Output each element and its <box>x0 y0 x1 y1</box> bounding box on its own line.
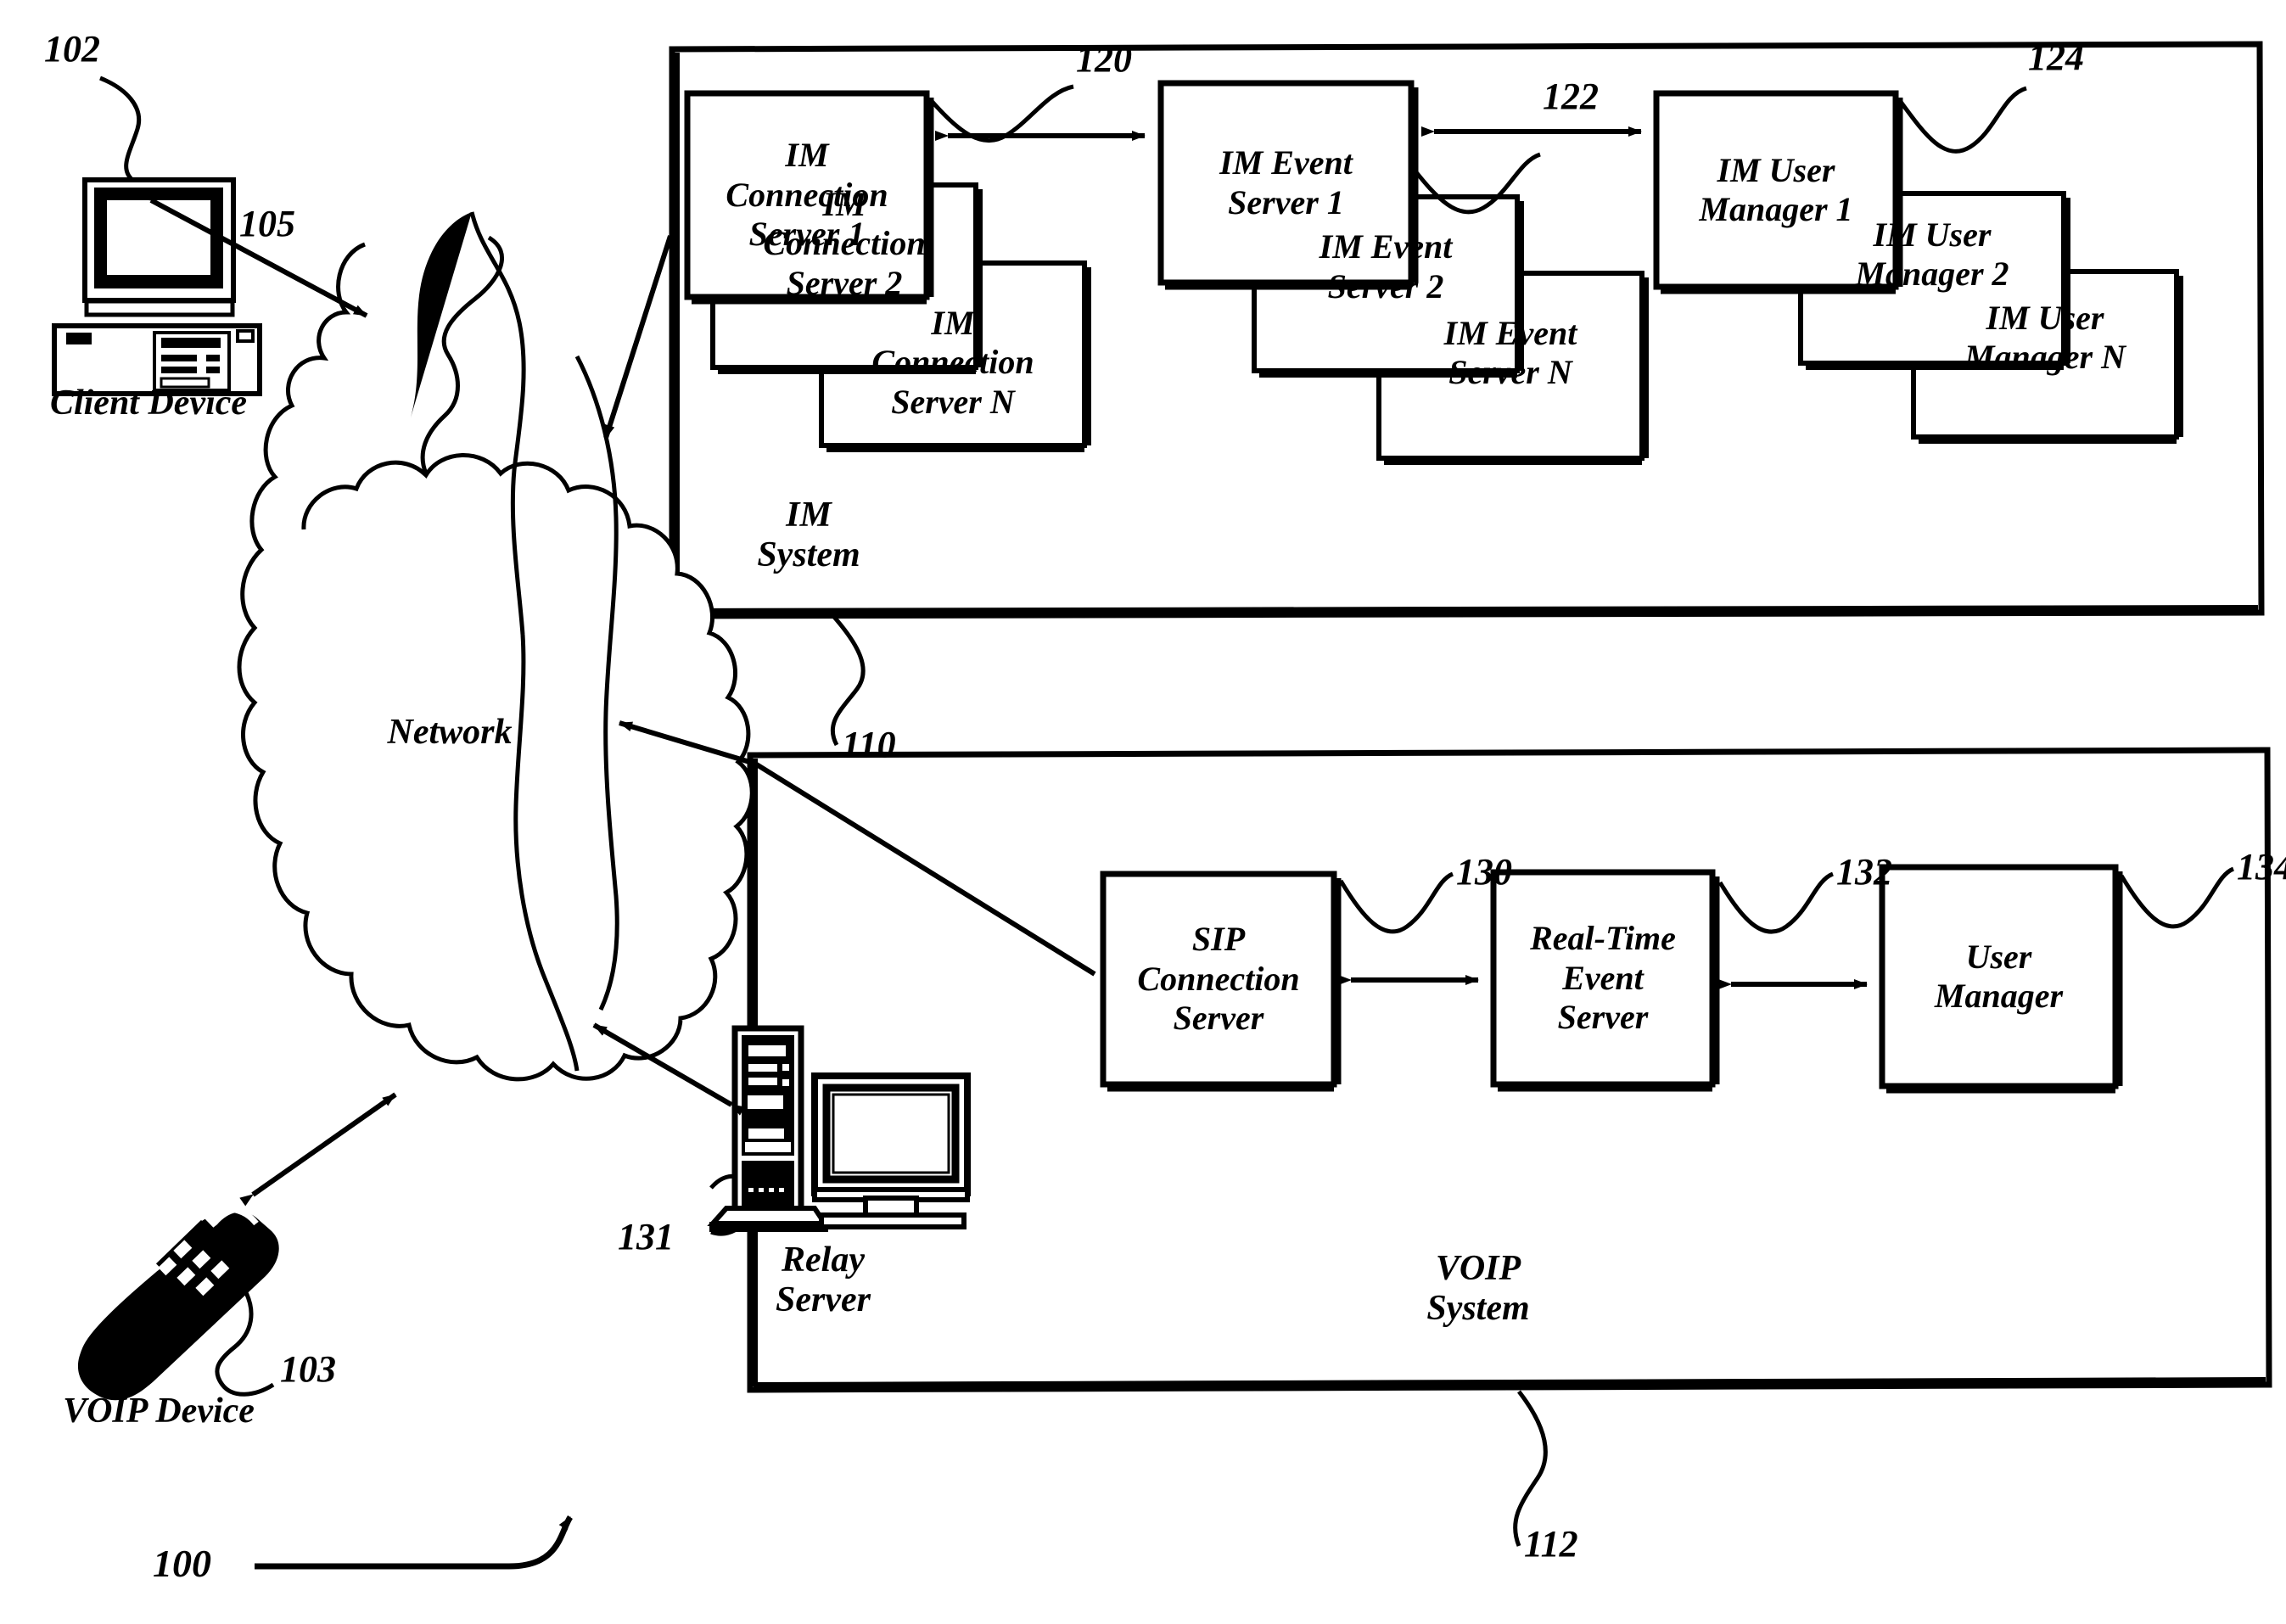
ref-103: 103 <box>280 1348 336 1390</box>
leader-124 <box>1898 86 2027 154</box>
ref-100: 100 <box>153 1542 211 1585</box>
tower-server-icon <box>707 1025 971 1232</box>
leader-120 <box>929 84 1074 143</box>
leader-130 <box>1338 871 1454 934</box>
arrow-network-to-im-system <box>603 235 673 439</box>
real-time-event-server-label: Real-Time Event Server <box>1530 919 1676 1037</box>
ref-105: 105 <box>239 203 295 244</box>
ref-134: 134 <box>2237 846 2286 888</box>
sip-connection-server-label: SIP Connection Server <box>1137 920 1300 1038</box>
im-system-title: IM System <box>757 496 860 575</box>
relay-server-label: Relay Server <box>776 1240 871 1320</box>
ref-110: 110 <box>842 724 896 765</box>
leader-132 <box>1717 871 1835 934</box>
leader-100 <box>255 1515 574 1570</box>
leader-134 <box>2119 866 2235 929</box>
desktop-computer-icon <box>52 177 262 396</box>
ref-124: 124 <box>2028 36 2084 78</box>
ref-112: 112 <box>1524 1523 1578 1565</box>
ref-102: 102 <box>44 28 100 70</box>
mobile-phone-icon <box>77 1206 279 1401</box>
user-manager-label: User Manager <box>1934 937 2064 1015</box>
arrow-voip-to-network <box>239 1092 397 1207</box>
network-label: Network <box>387 713 513 752</box>
voip-device-label: VOIP Device <box>63 1392 255 1431</box>
im-connection-server-1-label: IM Connection Server 1 <box>726 136 888 254</box>
voip-system-title: VOIP System <box>1426 1249 1530 1329</box>
im-event-server-1-label: IM Event Server 1 <box>1219 143 1353 221</box>
ref-122: 122 <box>1543 76 1599 117</box>
leader-102 <box>99 76 142 182</box>
im-user-manager-1-label: IM User Manager 1 <box>1699 150 1853 228</box>
ref-120: 120 <box>1076 38 1132 80</box>
figure-canvas: 102 105 120 122 124 110 103 131 130 132 … <box>0 0 2286 1624</box>
client-device-label: Client Device <box>49 384 248 423</box>
ref-131: 131 <box>618 1216 674 1257</box>
